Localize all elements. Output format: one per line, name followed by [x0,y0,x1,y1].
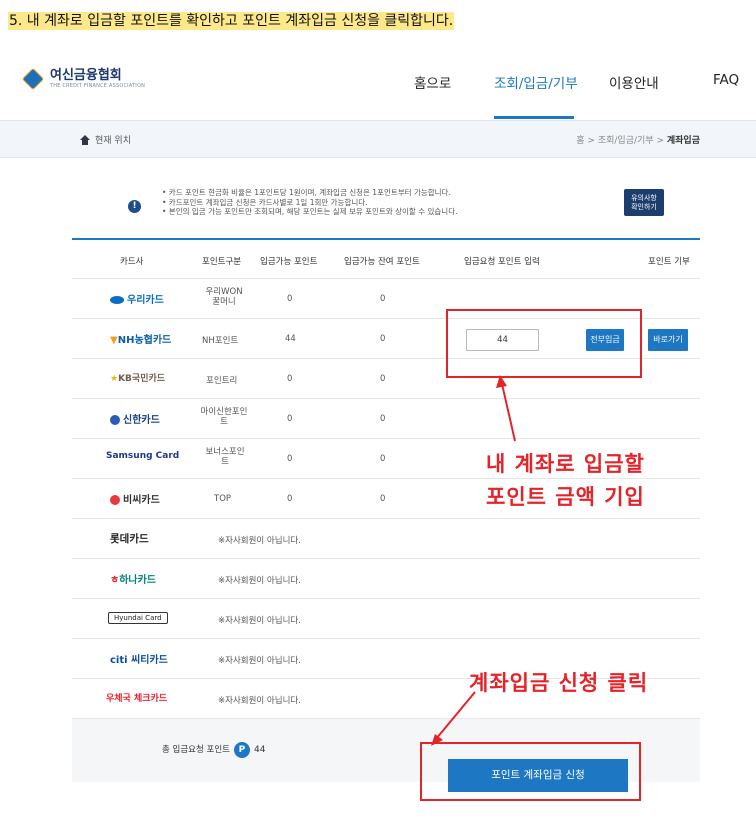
card-logo-shinhan: 신한카드 [110,411,160,426]
table-header: 카드사 포인트구분 입금가능 포인트 입금가능 잔여 포인트 입금요청 포인트 … [72,238,700,278]
annotation-box-submit [420,742,641,801]
logo-name-kr: 여신금융협회 [50,67,122,83]
table-row: 롯데카드 ※자사회원이 아닙니다. [72,518,700,558]
breadcrumb-current: 계좌입금 [666,136,700,146]
current-location-label: 현재 위치 [95,136,131,146]
card-logo-nh: ▼NH농협카드 [110,335,172,346]
bc-icon [110,495,120,505]
card-logo-post: 우체국 체크카드 [106,694,168,704]
breadcrumb-bar: 현재 위치 홈 > 조회/입금/기부 > 계좌입금 [0,120,756,158]
notice-text: • 카드 포인트 현금화 비율은 1포인트당 1원이며, 계좌입금 신청은 1포… [162,188,458,216]
table-row: Hyundai Card ※자사회원이 아닙니다. [72,598,700,638]
kb-star-icon: ★ [110,374,119,384]
card-logo-bc: 비씨카드 [110,491,160,506]
card-logo-citi: citi 씨티카드 [110,655,168,666]
card-logo-woori: 우리카드 [110,291,164,306]
breadcrumb-inquiry[interactable]: 조회/입금/기부 [598,136,654,146]
card-logo-samsung: Samsung Card [106,451,180,461]
nav-faq[interactable]: FAQ [713,72,739,88]
annotation-submit-label: 계좌입금 신청 클릭 [469,671,649,695]
step-title: 5. 내 계좌로 입금할 포인트를 확인하고 포인트 계좌입금 신청을 클릭합니… [8,12,455,30]
logo-name-en: THE CREDIT FINANCE ASSOCIATION [50,82,146,89]
nh-icon: ▼ [110,335,118,346]
site-logo[interactable]: 여신금융협회 THE CREDIT FINANCE ASSOCIATION [21,67,146,91]
table-row: 신한카드 마이신한포인트 0 0 [72,398,700,438]
view-notice-button[interactable]: 유의사항 확인하기 [624,189,664,216]
woori-icon [110,296,124,304]
card-logo-hyundai: Hyundai Card [108,612,168,624]
nav-active-underline [494,116,574,119]
nav-guide[interactable]: 이용안내 [609,72,659,92]
table-row: ㅎ하나카드 ※자사회원이 아닙니다. [72,558,700,598]
shinhan-icon [110,415,120,425]
hana-icon: ㅎ [110,575,120,586]
nav-home[interactable]: 홈으로 [414,72,451,92]
card-logo-kb: ★KB국민카드 [110,374,166,384]
logo-mark-icon [21,67,45,91]
total-points: 총 입금요청 포인트 P 44 [162,742,265,758]
breadcrumb: 홈 > 조회/입금/기부 > 계좌입금 [576,136,700,146]
home-icon [80,134,90,145]
nav-inquiry[interactable]: 조회/입금/기부 [494,72,578,92]
info-icon: ! [128,200,141,213]
breadcrumb-home[interactable]: 홈 [576,136,584,146]
annotation-input-label: 내 계좌로 입금할 포인트 금액 기입 [486,452,645,509]
point-p-icon: P [233,742,250,758]
card-logo-lotte: 롯데카드 [110,533,149,545]
donate-go-button[interactable]: 바로가기 [648,329,688,351]
card-logo-hana: ㅎ하나카드 [110,575,157,586]
annotation-box-input [446,309,642,378]
